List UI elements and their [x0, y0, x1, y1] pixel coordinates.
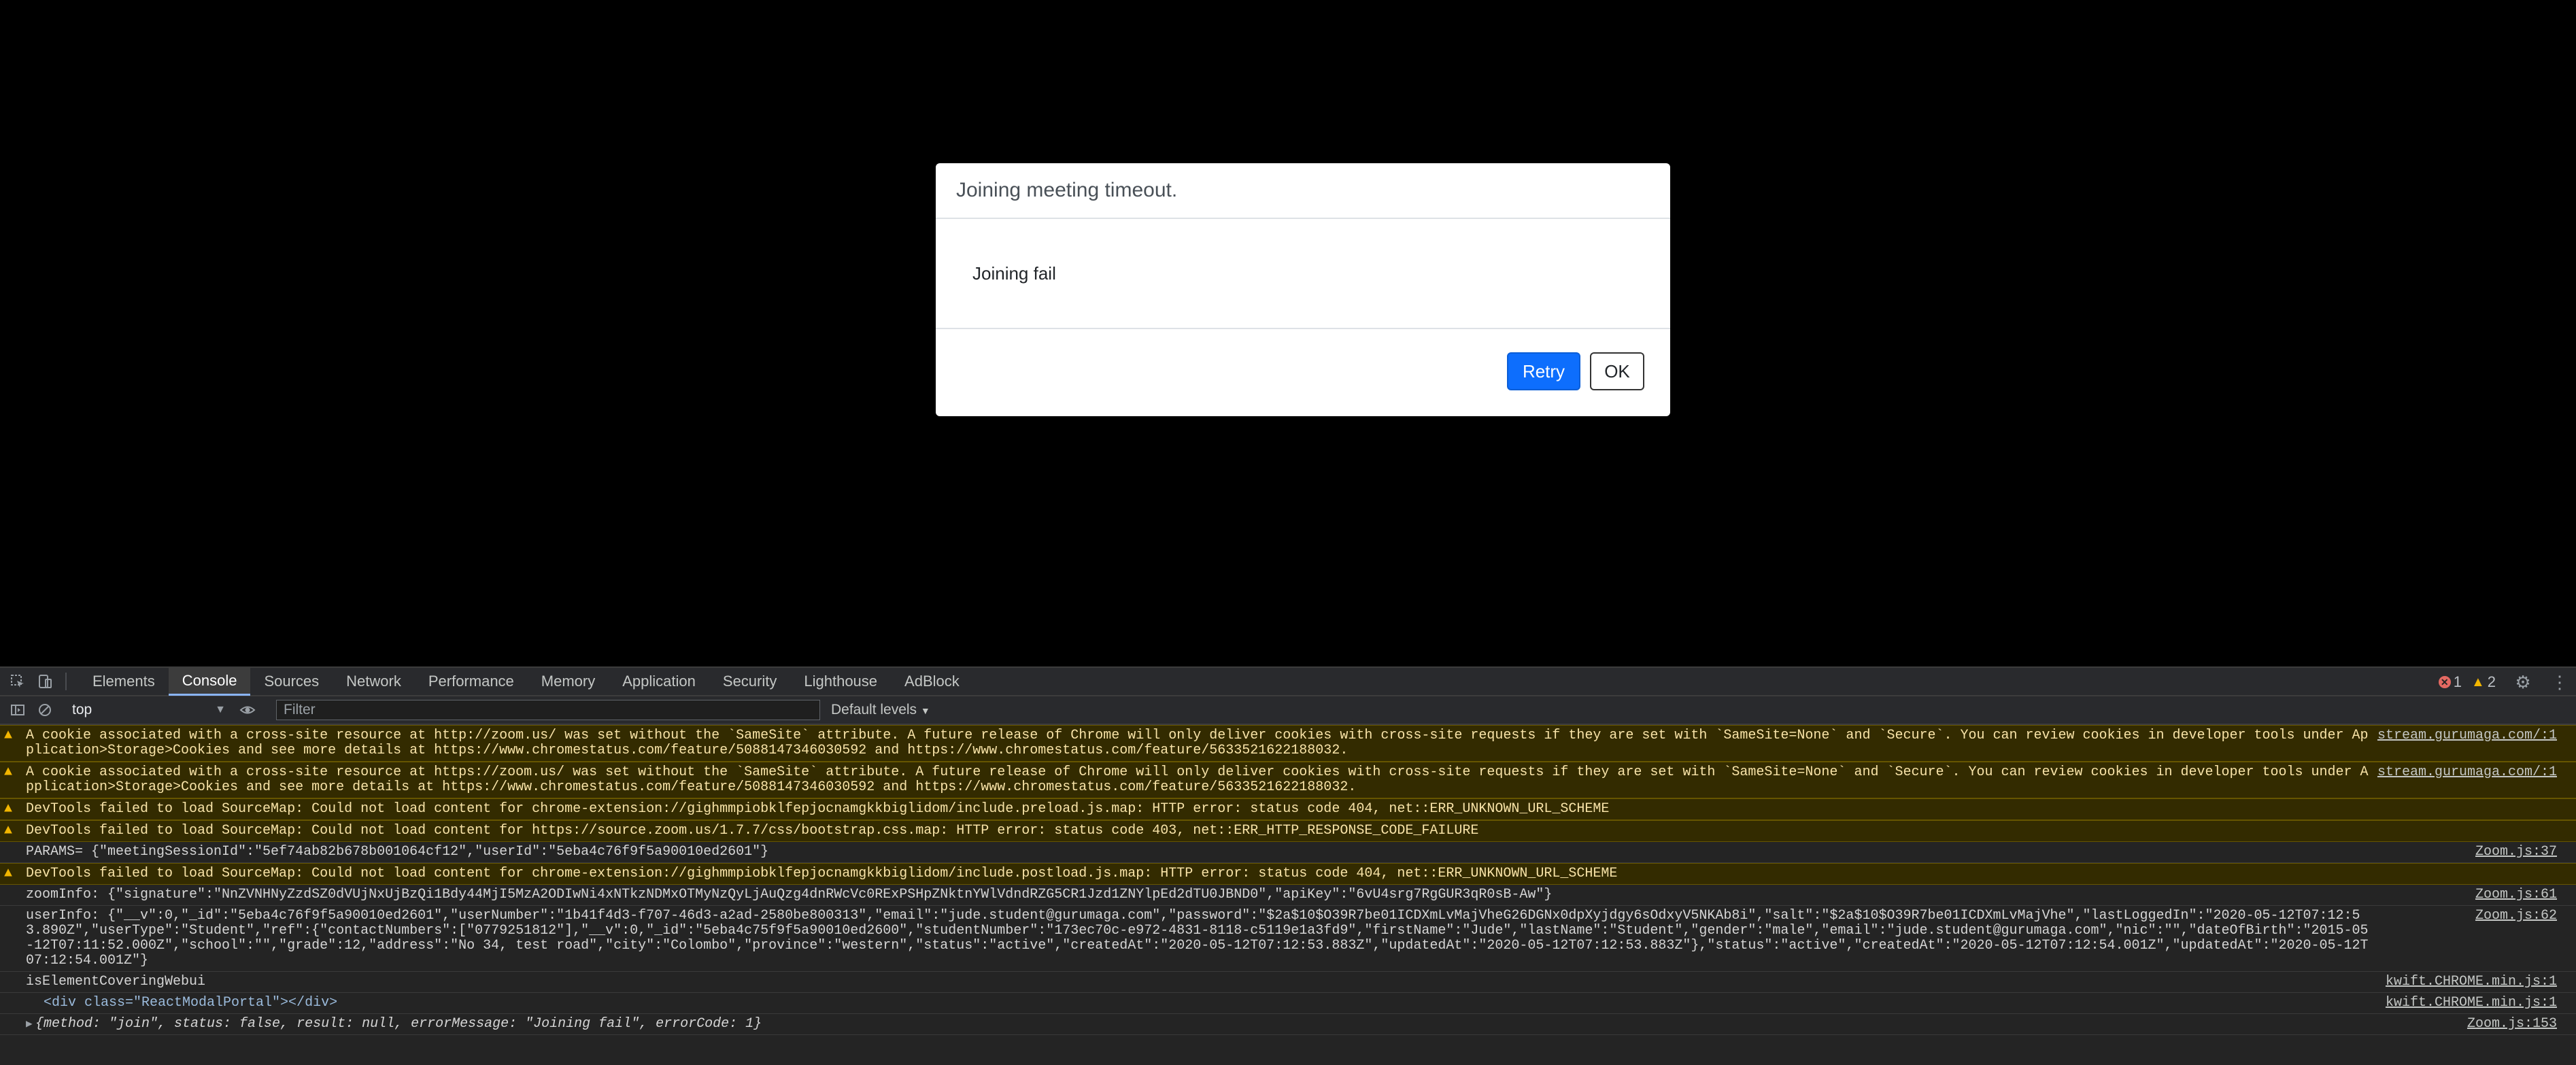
console-message-text: isElementCoveringWebui [26, 974, 206, 990]
retry-button[interactable]: Retry [1507, 352, 1580, 390]
inspect-element-icon[interactable] [8, 672, 27, 691]
tab-security[interactable]: Security [709, 667, 790, 696]
console-log: userInfo: {"__v":0,"_id":"5eba4c76f9f5a9… [0, 906, 2576, 972]
dropdown-arrow-icon: ▼ [215, 704, 226, 715]
console-message-text: DevTools failed to load SourceMap: Could… [26, 866, 1618, 881]
warning-icon: ▲ [2471, 674, 2485, 690]
expand-caret-icon[interactable]: ▶ [26, 1017, 33, 1032]
error-icon: ✕ [2438, 676, 2451, 688]
warning-icon: ▲ [4, 801, 13, 817]
source-link[interactable]: Zoom.js:37 [2475, 845, 2557, 860]
source-link[interactable]: stream.gurumaga.com/:1 [2377, 765, 2557, 780]
tab-application[interactable]: Application [609, 667, 709, 696]
context-selector[interactable]: top ▼ [67, 700, 230, 720]
source-link[interactable]: Zoom.js:153 [2467, 1017, 2557, 1032]
source-link[interactable]: kwift.CHROME.min.js:1 [2386, 975, 2557, 990]
console-log: PARAMS= {"meetingSessionId":"5ef74ab82b6… [0, 842, 2576, 863]
toolbar-divider [65, 673, 67, 690]
console-warning: ▲ DevTools failed to load SourceMap: Coul… [0, 798, 2576, 820]
warning-icon: ▲ [4, 823, 13, 839]
console-message-text: <div class="ReactModalPortal"></div> [44, 995, 338, 1011]
source-link[interactable]: stream.gurumaga.com/:1 [2377, 728, 2557, 743]
warning-icon: ▲ [4, 764, 13, 780]
error-count: 1 [2453, 673, 2462, 690]
modal-footer: Retry OK [936, 328, 1670, 413]
console-warning: ▲ A cookie associated with a cross-site r… [0, 762, 2576, 798]
devtools-tabbar: Elements Console Sources Network Performance… [0, 667, 2576, 696]
source-link[interactable]: Zoom.js:62 [2475, 909, 2557, 924]
console-filter-input[interactable] [276, 700, 820, 720]
console-warning: ▲ DevTools failed to load SourceMap: Coul… [0, 820, 2576, 842]
tab-sources[interactable]: Sources [250, 667, 333, 696]
tab-console[interactable]: Console [168, 667, 251, 696]
console-warning: ▲ A cookie associated with a cross-site r… [0, 725, 2576, 762]
console-toolbar: top ▼ Default levels ▼ [0, 696, 2576, 725]
context-value: top [72, 702, 92, 717]
device-toolbar-icon[interactable] [35, 672, 54, 691]
devtools-status: ✕ 1 ▲ 2 ⚙ ⋮ [2438, 668, 2569, 696]
modal-body: Joining fail [936, 219, 1670, 328]
console-message-text: PARAMS= {"meetingSessionId":"5ef74ab82b6… [26, 844, 769, 860]
ok-button[interactable]: OK [1590, 352, 1644, 390]
tab-elements[interactable]: Elements [79, 667, 169, 696]
warning-icon: ▲ [4, 866, 13, 881]
source-link[interactable]: kwift.CHROME.min.js:1 [2386, 996, 2557, 1011]
tab-memory[interactable]: Memory [528, 667, 609, 696]
console-log: isElementCoveringWebui kwift.CHROME.min.j… [0, 972, 2576, 993]
console-log: zoomInfo: {"signature":"NnZVNHNyZzdSZ0dV… [0, 885, 2576, 906]
console-warning: ▲ DevTools failed to load SourceMap: Coul… [0, 863, 2576, 885]
settings-gear-icon[interactable]: ⚙ [2513, 672, 2532, 692]
more-options-icon[interactable]: ⋮ [2550, 672, 2569, 692]
tab-performance[interactable]: Performance [415, 667, 528, 696]
tab-lighthouse[interactable]: Lighthouse [790, 667, 891, 696]
warning-count: 2 [2487, 673, 2496, 690]
live-expression-eye-icon[interactable] [238, 700, 257, 720]
dropdown-arrow-icon: ▼ [920, 705, 930, 716]
tab-network[interactable]: Network [333, 667, 415, 696]
warning-counter[interactable]: ▲ 2 [2471, 673, 2496, 691]
warning-icon: ▲ [4, 728, 13, 743]
console-log: <div class="ReactModalPortal"></div> kwif… [0, 993, 2576, 1014]
console-message-text: A cookie associated with a cross-site re… [26, 728, 2369, 758]
modal-message: Joining fail [972, 263, 1056, 284]
console-message-text: A cookie associated with a cross-site re… [26, 764, 2369, 795]
devtools-panel: Elements Console Sources Network Performance… [0, 666, 2576, 1065]
log-levels-dropdown[interactable]: Default levels ▼ [831, 702, 930, 718]
console-message-text: zoomInfo: {"signature":"NnZVNHNyZzdSZ0dV… [26, 887, 1553, 902]
source-link[interactable]: Zoom.js:61 [2475, 888, 2557, 902]
console-message-text: DevTools failed to load SourceMap: Could… [26, 801, 1610, 817]
modal-title: Joining meeting timeout. [956, 179, 1178, 201]
tab-adblock[interactable]: AdBlock [891, 667, 973, 696]
console-messages: ▲ A cookie associated with a cross-site r… [0, 725, 2576, 1035]
sidebar-toggle-icon[interactable] [8, 700, 27, 720]
clear-console-icon[interactable] [35, 700, 54, 720]
log-levels-label: Default levels [831, 702, 917, 717]
console-message-text: {method: "join", status: false, result: … [35, 1016, 762, 1032]
modal-header: Joining meeting timeout. [936, 163, 1670, 219]
console-message-text: DevTools failed to load SourceMap: Could… [26, 823, 1479, 839]
error-counter[interactable]: ✕ 1 [2438, 673, 2462, 691]
console-message-text: userInfo: {"__v":0,"_id":"5eba4c76f9f5a9… [26, 908, 2369, 968]
console-log: {method: "join", status: false, result: … [0, 1014, 2576, 1035]
page-backdrop: Joining meeting timeout. Joining fail Re… [0, 0, 2576, 666]
timeout-modal: Joining meeting timeout. Joining fail Re… [936, 163, 1670, 416]
